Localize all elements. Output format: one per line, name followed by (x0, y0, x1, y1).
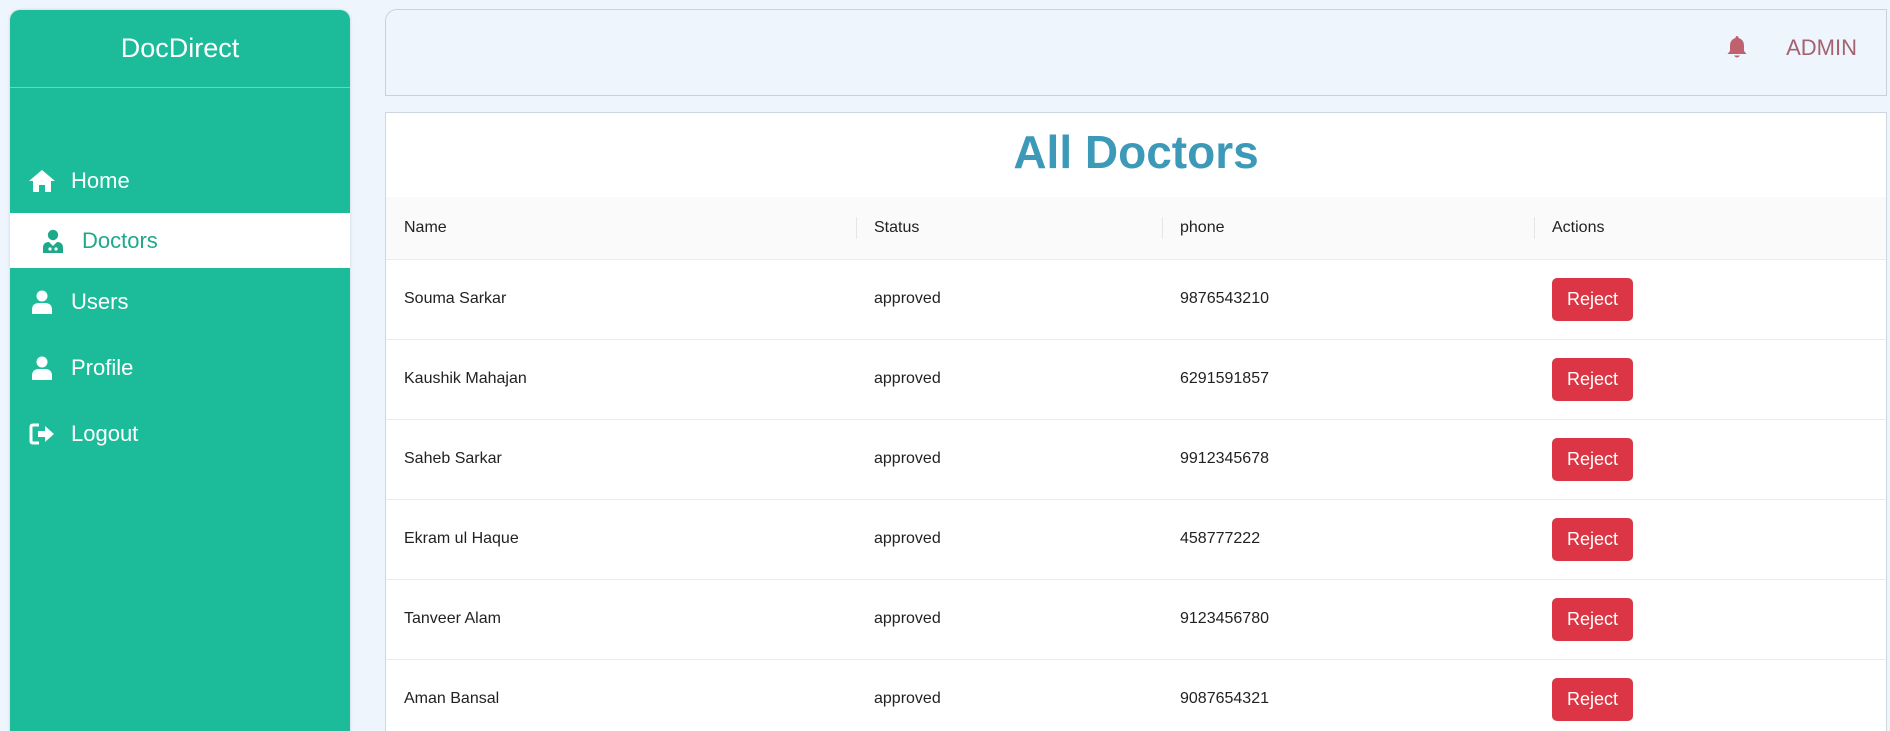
column-header-actions[interactable]: Actions (1534, 197, 1886, 260)
sidebar-item-label: Doctors (82, 227, 158, 253)
reject-button[interactable]: Reject (1552, 677, 1633, 721)
doctor-status: approved (856, 339, 1162, 420)
column-header-phone[interactable]: phone (1162, 197, 1534, 260)
sidebar-item-users[interactable]: Users (10, 274, 350, 329)
main-content: All Doctors Name Status phone Actions So… (385, 112, 1887, 731)
user-icon (27, 287, 57, 317)
table-row: Ekram ul Haque approved 458777222 Reject (386, 499, 1886, 580)
page-title: All Doctors (1013, 126, 1259, 178)
home-icon (27, 166, 57, 196)
sidebar-item-label: Home (71, 168, 130, 193)
table-row: Kaushik Mahajan approved 6291591857 Reje… (386, 339, 1886, 420)
sidebar-item-label: Users (71, 288, 129, 314)
doctor-status: approved (856, 499, 1162, 580)
doctor-name: Tanveer Alam (386, 579, 856, 660)
sidebar-menu: Home Doctors Users Profile Logout (10, 154, 350, 461)
doctor-name: Aman Bansal (386, 659, 856, 731)
sidebar-item-home[interactable]: Home (10, 154, 350, 208)
doctor-phone: 9087654321 (1162, 659, 1534, 731)
doctor-phone: 6291591857 (1162, 339, 1534, 420)
sidebar-item-doctors[interactable]: Doctors (10, 213, 350, 268)
actions-cell: Reject (1534, 339, 1886, 420)
admin-user-label[interactable]: ADMIN (1786, 35, 1857, 61)
table-row: Souma Sarkar approved 9876543210 Reject (386, 259, 1886, 340)
column-header-status[interactable]: Status (856, 197, 1162, 260)
doctor-status: approved (856, 659, 1162, 731)
doctor-status: approved (856, 419, 1162, 500)
reject-button[interactable]: Reject (1552, 277, 1633, 321)
reject-button[interactable]: Reject (1552, 597, 1633, 641)
doctors-table: Name Status phone Actions Souma Sarkar a… (386, 197, 1886, 731)
actions-cell: Reject (1534, 659, 1886, 731)
user-icon (27, 353, 57, 383)
sidebar-item-label: Profile (71, 354, 134, 380)
doctor-name: Kaushik Mahajan (386, 339, 856, 420)
reject-button[interactable]: Reject (1552, 517, 1633, 561)
doctor-status: approved (856, 259, 1162, 340)
sidebar-item-label: Logout (71, 420, 139, 446)
doctor-icon (38, 226, 68, 256)
doctor-phone: 9123456780 (1162, 579, 1534, 660)
table-row: Saheb Sarkar approved 9912345678 Reject (386, 419, 1886, 500)
bell-icon[interactable] (1725, 34, 1749, 60)
doctor-name: Saheb Sarkar (386, 419, 856, 500)
logout-icon (27, 419, 57, 449)
table-row: Aman Bansal approved 9087654321 Reject (386, 659, 1886, 731)
actions-cell: Reject (1534, 499, 1886, 580)
actions-cell: Reject (1534, 259, 1886, 340)
table-row: Tanveer Alam approved 9123456780 Reject (386, 579, 1886, 660)
reject-button[interactable]: Reject (1552, 357, 1633, 401)
top-header: ADMIN (385, 9, 1887, 96)
sidebar-item-profile[interactable]: Profile (10, 340, 350, 395)
brand-logo[interactable]: DocDirect (10, 10, 350, 88)
doctor-phone: 458777222 (1162, 499, 1534, 580)
table-header-row: Name Status phone Actions (386, 197, 1886, 260)
sidebar-item-logout[interactable]: Logout (10, 406, 350, 461)
doctor-name: Ekram ul Haque (386, 499, 856, 580)
actions-cell: Reject (1534, 419, 1886, 500)
sidebar: DocDirect Home Doctors Users Profile Log… (10, 10, 350, 731)
doctor-status: approved (856, 579, 1162, 660)
actions-cell: Reject (1534, 579, 1886, 660)
column-header-name[interactable]: Name (386, 197, 856, 260)
doctor-name: Souma Sarkar (386, 259, 856, 340)
doctor-phone: 9912345678 (1162, 419, 1534, 500)
doctor-phone: 9876543210 (1162, 259, 1534, 340)
reject-button[interactable]: Reject (1552, 437, 1633, 481)
